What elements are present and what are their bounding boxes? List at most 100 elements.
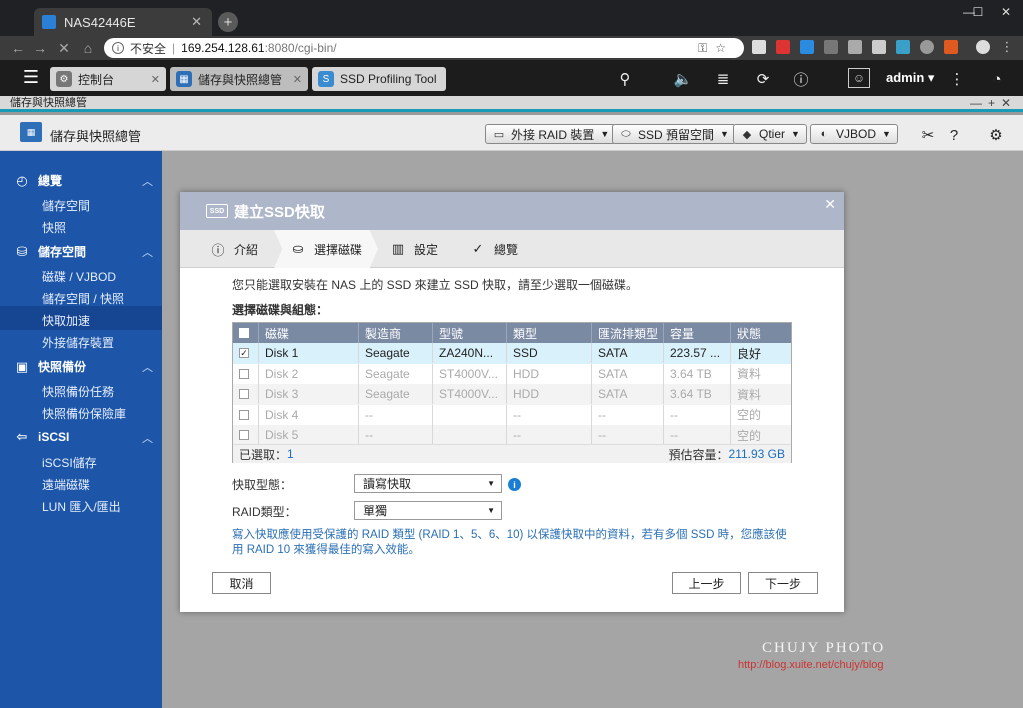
address-bar[interactable]: i 不安全 | 169.254.128.61:8080/cgi-bin/ ⚿☆ [104,38,744,58]
checkbox[interactable] [239,368,249,379]
column-header[interactable]: 製造商 [359,323,433,343]
tab-storage-manager[interactable]: ▦ 儲存與快照總管 ✕ [170,67,308,91]
row-checkbox[interactable] [233,425,259,446]
info-icon[interactable]: i [112,42,124,54]
window-controls[interactable]: —+✕ [970,96,1017,110]
url-host: 169.254.128.61 [181,41,265,55]
table-row[interactable]: ✓ Disk 1 Seagate ZA240N... SSD SATA 223.57 ...… [233,343,791,364]
next-button[interactable]: 下一步 [748,572,818,594]
profile-avatar[interactable] [976,40,990,54]
tasks-icon[interactable]: ≣ [712,69,734,89]
back-arrow-icon[interactable]: ← [8,38,28,58]
main-menu-icon[interactable]: ☰ [22,67,40,87]
row-checkbox[interactable] [233,384,259,405]
extension-icon[interactable] [824,40,838,54]
new-tab-button[interactable]: + [218,12,238,32]
sidebar-item-backup-jobs[interactable]: 快照備份任務 [42,383,114,400]
dashboard-gauge-icon[interactable]: ◔ [986,69,1008,89]
column-header[interactable]: 磁碟 [259,323,359,343]
user-icon[interactable]: ☺ [848,68,870,88]
user-menu[interactable]: admin ▾ [886,70,934,86]
browser-menu-icon[interactable]: ⋮ [1000,39,1014,54]
table-cell: Disk 2 [259,363,359,384]
cache-type-select[interactable]: 讀寫快取 ▼ [354,474,502,493]
step-intro: ⓘ 介紹 [210,230,258,268]
key-and-star-icons[interactable]: ⚿☆ [698,41,734,56]
dialog-close-icon[interactable]: ✕ [824,196,836,213]
cancel-button[interactable]: 取消 [212,572,271,594]
sidebar-item-remote-disk[interactable]: 遠端磁碟 [42,476,90,493]
extension-icon[interactable] [896,40,910,54]
close-window-button[interactable]: ✕ [992,4,1020,20]
chevron-up-icon[interactable]: ︿ [142,244,153,260]
external-raid-button[interactable]: ▭ 外接 RAID 裝置 ▼ [485,124,617,144]
ssd-overprovision-button[interactable]: ⬭ SSD 預留空間 ▼ [612,124,736,144]
info-icon[interactable]: ⓘ [790,69,812,89]
close-tab-icon[interactable]: ✕ [191,14,202,30]
sidebar-item-lun-import-export[interactable]: LUN 匯入/匯出 [42,498,121,515]
column-header[interactable]: 容量 [664,323,731,343]
close-icon[interactable]: ✕ [293,73,302,86]
chevron-up-icon[interactable]: ︿ [142,173,153,189]
column-header[interactable]: 類型 [507,323,592,343]
column-header[interactable]: 匯流排類型 [592,323,664,343]
chevron-up-icon[interactable]: ︿ [142,359,153,375]
column-header[interactable]: 狀態 [731,323,791,343]
extension-icon[interactable] [752,40,766,54]
select-all-checkbox[interactable]: ☑ [233,323,259,343]
sidebar-item-cache-acceleration[interactable]: 快取加速 [42,312,90,329]
checkbox[interactable] [239,389,249,400]
row-checkbox[interactable] [233,363,259,384]
checkbox[interactable] [239,430,249,441]
settings-gear-icon[interactable]: ⚙ [986,125,1006,145]
sidebar-item-pools[interactable]: 儲存空間 / 快照 [42,290,124,307]
adblock-icon[interactable] [776,40,790,54]
sync-icon[interactable]: ⟳ [752,69,774,89]
sidebar-item-iscsi-storage[interactable]: iSCSI儲存 [42,454,97,471]
extension-icon[interactable] [800,40,814,54]
forward-arrow-icon[interactable]: → [30,38,50,58]
tools-icon[interactable]: ✂ [918,125,938,145]
button-label: Qtier [759,127,786,141]
sidebar-item-backup-vault[interactable]: 快照備份保險庫 [42,405,126,422]
extension-icon[interactable] [920,40,934,54]
maximize-window-button[interactable]: ☐ [970,4,986,20]
sidebar-group-storage[interactable]: ⛁ 儲存空間 [14,243,86,260]
sidebar-item-storage-space[interactable]: 儲存空間 [42,197,90,214]
extension-icon[interactable] [848,40,862,54]
vjbod-button[interactable]: ◐ VJBOD ▼ [810,124,898,144]
column-header[interactable]: 型號 [433,323,507,343]
info-icon[interactable]: i [508,478,521,491]
sidebar-group-snapshot-backup[interactable]: ▣ 快照備份 [14,358,86,375]
extension-icon[interactable] [872,40,886,54]
home-icon[interactable]: ⌂ [78,38,98,58]
button-label: 外接 RAID 裝置 [511,127,595,142]
checkbox[interactable]: ✓ [239,348,249,358]
back-button[interactable]: 上一步 [672,572,741,594]
search-icon[interactable]: ⚲ [614,69,636,89]
close-icon[interactable]: ✕ [151,73,160,86]
speaker-icon[interactable]: 🔈 [672,69,694,89]
qtier-button[interactable]: ◆ Qtier ▼ [733,124,807,144]
checkbox[interactable] [239,409,249,420]
browser-tab[interactable]: NAS42446E ✕ [34,8,212,36]
sidebar-group-iscsi[interactable]: ⇦ iSCSI [14,429,70,445]
table-row[interactable]: Disk 4 -- -- -- -- 空的 [233,404,791,426]
sidebar-item-disks[interactable]: 磁碟 / VJBOD [42,268,116,285]
tab-ssd-profiling[interactable]: S SSD Profiling Tool [312,67,446,91]
tab-control-panel[interactable]: ⚙ 控制台 ✕ [50,67,166,91]
extension-icon[interactable] [944,40,958,54]
sidebar-group-overview[interactable]: ◴ 總覽 [14,172,62,189]
row-checkbox[interactable]: ✓ [233,343,259,363]
sidebar-item-external-storage[interactable]: 外接儲存裝置 [42,334,114,351]
table-row[interactable]: Disk 3 Seagate ST4000V... HDD SATA 3.64 TB 資料 [233,384,791,405]
help-icon[interactable]: ? [944,125,964,145]
close-icon[interactable]: ✕ [54,38,74,58]
table-row[interactable]: Disk 5 -- -- -- -- 空的 [233,425,791,446]
chevron-up-icon[interactable]: ︿ [142,430,153,446]
more-options-icon[interactable]: ⋮ [946,69,968,89]
raid-type-select[interactable]: 單獨 ▼ [354,501,502,520]
row-checkbox[interactable] [233,404,259,425]
sidebar-item-snapshot[interactable]: 快照 [42,219,66,236]
table-row[interactable]: Disk 2 Seagate ST4000V... HDD SATA 3.64 TB 資料 [233,363,791,385]
